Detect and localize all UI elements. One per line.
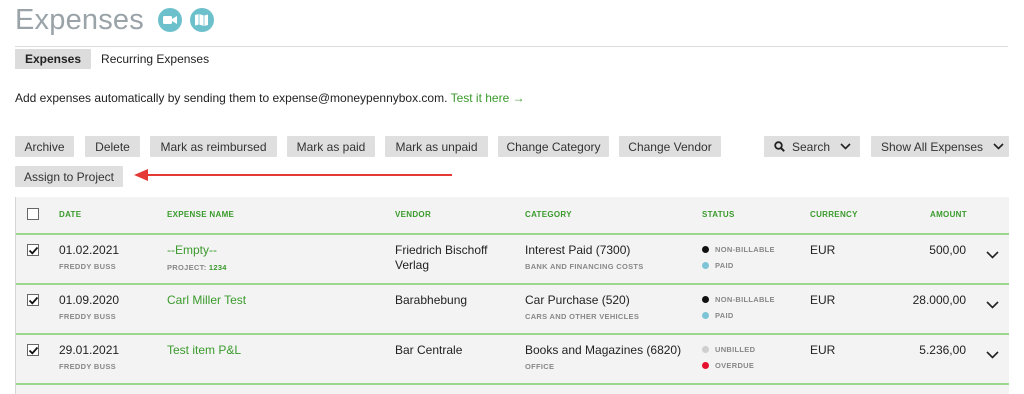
title-divider xyxy=(15,46,1008,47)
header-amount[interactable]: AMOUNT xyxy=(930,210,967,219)
row-amount: 28.000,00 xyxy=(912,293,966,307)
table-header: DATE EXPENSE NAME VENDOR CATEGORY STATUS… xyxy=(16,197,1009,233)
archive-button[interactable]: Archive xyxy=(15,136,74,157)
row-vendor: Bar Centrale xyxy=(395,343,463,357)
status-payment-label: OVERDUE xyxy=(715,361,755,370)
email-info: Add expenses automatically by sending th… xyxy=(15,91,525,105)
chevron-down-icon[interactable] xyxy=(986,246,999,264)
row-category-group: BANK AND FINANCING COSTS xyxy=(525,262,644,271)
table-row[interactable]: 29.01.2021 FREDDY BUSS Test item P&L Bar… xyxy=(16,333,1009,383)
row-category-group: OFFICE xyxy=(525,362,555,371)
checkmark-icon xyxy=(28,246,39,255)
status-dot-icon xyxy=(702,296,709,303)
status-dot-icon xyxy=(702,262,709,269)
test-it-link[interactable]: Test it here → xyxy=(451,91,525,105)
change-category-button[interactable]: Change Category xyxy=(498,136,609,157)
chevron-down-icon[interactable] xyxy=(986,346,999,364)
status-billing: NON-BILLABLE xyxy=(702,295,775,304)
row-checkbox[interactable] xyxy=(27,294,39,306)
status-billing-label: UNBILLED xyxy=(715,345,756,354)
status-billing-label: NON-BILLABLE xyxy=(715,245,775,254)
header-vendor[interactable]: VENDOR xyxy=(395,210,431,219)
status-payment: PAID xyxy=(702,261,734,270)
project-label: PROJECT: xyxy=(167,263,207,272)
assign-to-project-button[interactable]: Assign to Project xyxy=(15,166,123,187)
status-dot-icon xyxy=(702,246,709,253)
row-category: Books and Magazines (6820) xyxy=(525,343,682,357)
row-currency: EUR xyxy=(810,293,836,307)
status-dot-icon xyxy=(702,346,709,353)
search-dropdown[interactable]: Search xyxy=(764,136,860,157)
row-date: 01.09.2020 xyxy=(59,293,120,307)
select-all-checkbox[interactable] xyxy=(27,208,39,220)
row-vendor: Friedrich Bischoff Verlag xyxy=(395,243,487,273)
expenses-table: DATE EXPENSE NAME VENDOR CATEGORY STATUS… xyxy=(15,197,1009,394)
row-amount: 5.236,00 xyxy=(919,343,966,357)
row-date: 01.02.2021 xyxy=(59,243,120,257)
status-billing-label: NON-BILLABLE xyxy=(715,295,775,304)
status-payment: PAID xyxy=(702,311,734,320)
search-label: Search xyxy=(792,139,831,154)
table-row[interactable]: 01.09.2020 FREDDY BUSS Carl Miller Test … xyxy=(16,283,1009,333)
row-expense-name[interactable]: Test item P&L xyxy=(167,343,241,358)
vendor-line-1: Friedrich Bischoff xyxy=(395,243,488,257)
tab-bar: Expenses Recurring Expenses xyxy=(15,49,219,69)
checkmark-icon xyxy=(28,296,39,305)
delete-button[interactable]: Delete xyxy=(85,136,140,157)
row-expense-name[interactable]: Carl Miller Test xyxy=(167,293,246,308)
row-checkbox[interactable] xyxy=(27,244,39,256)
header-category[interactable]: CATEGORY xyxy=(525,210,572,219)
status-billing: NON-BILLABLE xyxy=(702,245,775,254)
header-currency[interactable]: CURRENCY xyxy=(810,210,858,219)
header-date[interactable]: DATE xyxy=(59,210,81,219)
project-value[interactable]: 1234 xyxy=(209,263,227,272)
row-project: PROJECT: 1234 xyxy=(167,263,227,272)
row-person: FREDDY BUSS xyxy=(59,262,116,271)
row-expense-name[interactable]: --Empty-- xyxy=(167,243,217,258)
vendor-line-2: Verlag xyxy=(395,258,430,272)
mark-reimbursed-button[interactable]: Mark as reimbursed xyxy=(150,136,277,157)
status-dot-icon xyxy=(702,362,709,369)
chevron-down-icon[interactable] xyxy=(986,296,999,314)
status-dot-icon xyxy=(702,312,709,319)
tab-recurring-expenses[interactable]: Recurring Expenses xyxy=(91,49,219,69)
annotation-arrow-icon xyxy=(134,169,452,181)
show-all-expenses-dropdown[interactable]: Show All Expenses xyxy=(871,136,1009,157)
row-vendor: Barabhebung xyxy=(395,293,468,307)
header-status[interactable]: STATUS xyxy=(702,210,735,219)
status-payment-label: PAID xyxy=(715,261,734,270)
status-payment: OVERDUE xyxy=(702,361,754,370)
chevron-down-icon xyxy=(993,143,1004,150)
row-person: FREDDY BUSS xyxy=(59,312,116,321)
show-all-label: Show All Expenses xyxy=(881,139,984,154)
table-row[interactable]: 01.02.2021 FREDDY BUSS --Empty-- PROJECT… xyxy=(16,233,1009,283)
mark-unpaid-button[interactable]: Mark as unpaid xyxy=(385,136,488,157)
table-row[interactable] xyxy=(16,383,1009,394)
page-title: Expenses xyxy=(15,3,144,36)
map-icon[interactable] xyxy=(189,8,214,32)
checkmark-icon xyxy=(28,346,39,355)
row-person: FREDDY BUSS xyxy=(59,362,116,371)
status-payment-label: PAID xyxy=(715,311,734,320)
status-billing: UNBILLED xyxy=(702,345,755,354)
row-category: Car Purchase (520) xyxy=(525,293,630,307)
email-info-text: Add expenses automatically by sending th… xyxy=(15,91,448,105)
row-category: Interest Paid (7300) xyxy=(525,243,631,257)
header-expense-name[interactable]: EXPENSE NAME xyxy=(167,210,234,219)
row-checkbox[interactable] xyxy=(27,344,39,356)
video-camera-icon[interactable] xyxy=(157,8,182,32)
tab-expenses[interactable]: Expenses xyxy=(15,49,92,69)
change-vendor-button[interactable]: Change Vendor xyxy=(619,136,721,157)
title-row: Expenses xyxy=(15,2,214,38)
row-currency: EUR xyxy=(810,243,836,257)
mark-paid-button[interactable]: Mark as paid xyxy=(287,136,375,157)
chevron-down-icon xyxy=(840,143,851,150)
row-date: 29.01.2021 xyxy=(59,343,120,357)
row-currency: EUR xyxy=(810,343,836,357)
row-category-group: CARS AND OTHER VEHICLES xyxy=(525,312,640,321)
search-icon xyxy=(774,141,785,152)
row-amount: 500,00 xyxy=(929,243,966,257)
